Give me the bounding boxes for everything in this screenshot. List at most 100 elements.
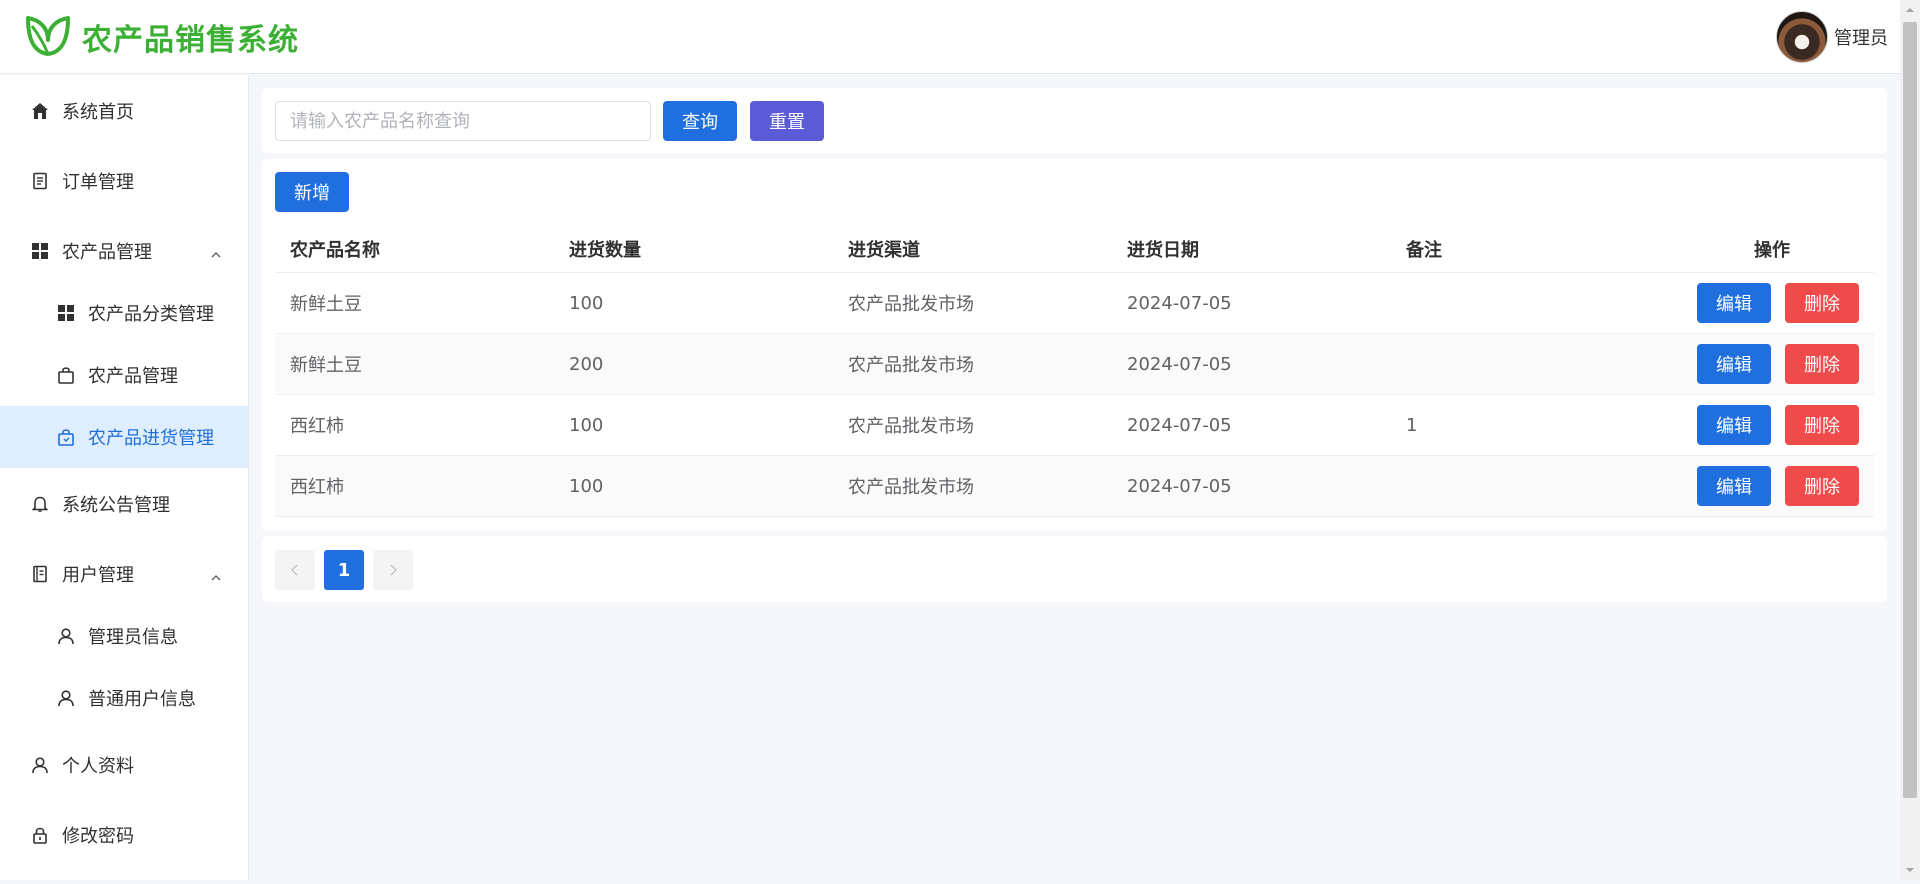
pagination: 1 (275, 550, 413, 590)
pagination-panel: 1 (262, 536, 1887, 602)
grid-icon (30, 241, 50, 261)
cell-channel: 农产品批发市场 (848, 294, 974, 315)
notebook-icon (30, 564, 50, 584)
table-row: 新鲜土豆 200 农产品批发市场 2024-07-05 编辑 删除 (275, 334, 1874, 395)
sidebar-item-admin-info[interactable]: 管理员信息 (0, 605, 248, 667)
top-header: 农产品销售系统 管理员 (0, 0, 1900, 74)
edit-button[interactable]: 编辑 (1697, 466, 1771, 506)
sidebar-item-home[interactable]: 系统首页 (0, 80, 248, 142)
sidebar-item-label: 修改密码 (62, 826, 134, 847)
chevron-up-icon (210, 245, 222, 258)
sidebar-item-label: 管理员信息 (88, 627, 178, 648)
grid-icon (56, 303, 76, 323)
add-button[interactable]: 新增 (275, 172, 349, 212)
sidebar-item-label: 个人资料 (62, 756, 134, 777)
column-header: 进货渠道 (848, 240, 920, 261)
cell-date: 2024-07-05 (1127, 475, 1232, 497)
leaf-logo-icon (26, 14, 70, 60)
delete-button[interactable]: 删除 (1785, 283, 1859, 323)
column-header: 进货日期 (1127, 240, 1199, 261)
user-name[interactable]: 管理员 (1834, 24, 1888, 50)
cell-channel: 农产品批发市场 (848, 355, 974, 376)
sidebar-item-user-info[interactable]: 普通用户信息 (0, 667, 248, 729)
cell-name: 新鲜土豆 (290, 294, 362, 315)
cell-channel: 农产品批发市场 (848, 416, 974, 437)
query-button[interactable]: 查询 (663, 101, 737, 141)
sidebar-group-products[interactable]: 农产品管理 (0, 220, 248, 282)
table-row: 西红柿 100 农产品批发市场 2024-07-05 1 编辑 删除 (275, 395, 1874, 456)
sidebar-item-notice[interactable]: 系统公告管理 (0, 473, 248, 535)
document-icon (30, 171, 50, 191)
user-icon (56, 688, 76, 708)
delete-button[interactable]: 删除 (1785, 344, 1859, 384)
page-number[interactable]: 1 (324, 550, 364, 590)
search-panel: 查询 重置 (262, 88, 1887, 153)
table-header: 农产品名称 进货数量 进货渠道 进货日期 备注 操作 (275, 226, 1874, 273)
column-header: 进货数量 (569, 240, 641, 261)
page-scrollbar[interactable] (1900, 0, 1920, 880)
sidebar-item-label: 用户管理 (62, 565, 134, 586)
cell-channel: 农产品批发市场 (848, 477, 974, 498)
shopping-bag-icon (56, 427, 76, 447)
sidebar-item-label: 农产品进货管理 (88, 428, 214, 449)
prev-page-button[interactable] (275, 550, 315, 590)
cell-actions: 编辑 删除 (1670, 344, 1874, 384)
search-input[interactable] (275, 101, 651, 141)
sidebar-item-label: 普通用户信息 (88, 689, 196, 710)
cell-name: 西红柿 (290, 477, 344, 498)
cell-name: 西红柿 (290, 416, 344, 437)
chevron-right-icon (388, 560, 398, 581)
edit-button[interactable]: 编辑 (1697, 344, 1771, 384)
user-icon (56, 626, 76, 646)
sidebar-item-label: 农产品管理 (62, 242, 152, 263)
app-title: 农产品销售系统 (82, 22, 299, 58)
sidebar-item-category[interactable]: 农产品分类管理 (0, 282, 248, 344)
sidebar-item-label: 系统公告管理 (62, 495, 170, 516)
scroll-up-arrow-icon[interactable] (1900, 0, 1920, 20)
home-icon (30, 101, 50, 121)
sidebar-item-products[interactable]: 农产品管理 (0, 344, 248, 406)
shopping-bag-icon (56, 365, 76, 385)
sidebar-group-users[interactable]: 用户管理 (0, 543, 248, 605)
cell-name: 新鲜土豆 (290, 355, 362, 376)
cell-actions: 编辑 删除 (1670, 466, 1874, 506)
cell-actions: 编辑 删除 (1670, 405, 1874, 445)
delete-button[interactable]: 删除 (1785, 466, 1859, 506)
cell-date: 2024-07-05 (1127, 353, 1232, 375)
cell-quantity: 100 (569, 475, 604, 497)
next-page-button[interactable] (373, 550, 413, 590)
sidebar-item-orders[interactable]: 订单管理 (0, 150, 248, 212)
cell-quantity: 100 (569, 292, 604, 314)
bell-icon (30, 494, 50, 514)
delete-button[interactable]: 删除 (1785, 405, 1859, 445)
column-header: 备注 (1406, 240, 1442, 261)
scroll-down-arrow-icon[interactable] (1900, 860, 1920, 880)
brand: 农产品销售系统 (0, 14, 299, 60)
sidebar-item-label: 农产品分类管理 (88, 304, 214, 325)
reset-button[interactable]: 重置 (750, 101, 824, 141)
sidebar: 系统首页 订单管理 农产品管理 农产品分类管理 农产品管理 农产品进货管理 系统… (0, 75, 249, 880)
sidebar-item-label: 农产品管理 (88, 366, 178, 387)
avatar[interactable] (1776, 10, 1828, 63)
table-row: 新鲜土豆 100 农产品批发市场 2024-07-05 编辑 删除 (275, 273, 1874, 334)
chevron-left-icon (290, 560, 300, 581)
chevron-up-icon (210, 568, 222, 581)
sidebar-item-password[interactable]: 修改密码 (0, 804, 248, 866)
purchase-table: 农产品名称 进货数量 进货渠道 进货日期 备注 操作 新鲜土豆 100 农产品批… (275, 226, 1874, 517)
cell-date: 2024-07-05 (1127, 292, 1232, 314)
sidebar-item-profile[interactable]: 个人资料 (0, 734, 248, 796)
lock-icon (30, 825, 50, 845)
edit-button[interactable]: 编辑 (1697, 283, 1771, 323)
scrollbar-thumb[interactable] (1903, 22, 1917, 798)
column-header: 农产品名称 (290, 240, 380, 261)
sidebar-item-label: 订单管理 (62, 172, 134, 193)
cell-actions: 编辑 删除 (1670, 283, 1874, 323)
sidebar-item-label: 系统首页 (62, 102, 134, 123)
table-row: 西红柿 100 农产品批发市场 2024-07-05 编辑 删除 (275, 456, 1874, 517)
sidebar-item-purchase[interactable]: 农产品进货管理 (0, 406, 248, 468)
column-header: 操作 (1754, 240, 1790, 261)
user-menu[interactable]: 管理员 (1776, 10, 1900, 63)
edit-button[interactable]: 编辑 (1697, 405, 1771, 445)
cell-quantity: 200 (569, 353, 604, 375)
cell-quantity: 100 (569, 414, 604, 436)
